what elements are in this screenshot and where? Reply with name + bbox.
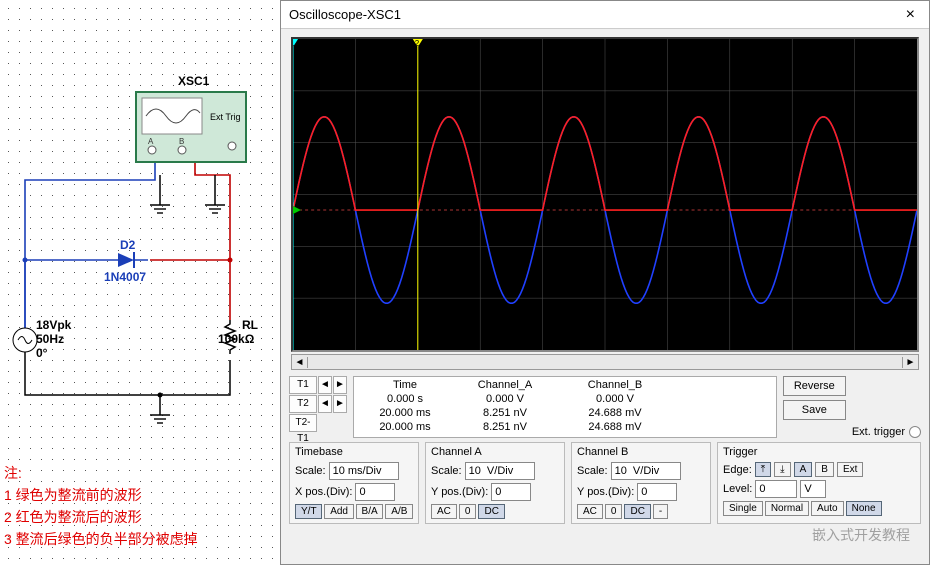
ext-trigger-label: Ext. trigger — [852, 426, 905, 438]
scope-port-a-label: A — [148, 137, 154, 146]
chb-ypos-label: Y pos.(Div): — [577, 486, 634, 498]
trig-src-a-button[interactable]: A — [794, 462, 813, 477]
timebase-group: Timebase Scale: X pos.(Div): Y/T Add B/A… — [289, 442, 419, 524]
trigger-group: Trigger Edge: ⤒ ⤓ A B Ext Level: Single … — [717, 442, 921, 524]
trig-title: Trigger — [723, 446, 915, 458]
scope-screen[interactable]: 12 — [291, 37, 919, 352]
horizontal-scrollbar[interactable]: ◄ ► — [291, 354, 919, 370]
close-icon[interactable]: × — [900, 6, 921, 24]
scope-port-b-label: B — [179, 137, 184, 146]
cha-ypos-input[interactable] — [491, 483, 531, 501]
svg-text:2: 2 — [415, 39, 420, 48]
note-1: 1 绿色为整流前的波形 — [4, 484, 142, 506]
scope-ext-label: Ext Trig — [210, 112, 241, 122]
cha-title: Channel A — [431, 446, 559, 458]
cursor-t1-label[interactable]: T1 — [289, 376, 317, 394]
trig-level-input[interactable] — [755, 480, 797, 498]
tb-scale-label: Scale: — [295, 465, 326, 477]
cha-scale-input[interactable] — [465, 462, 535, 480]
trig-single-button[interactable]: Single — [723, 501, 763, 516]
cha-0-button[interactable]: 0 — [459, 504, 477, 519]
diode-part: 1N4007 — [104, 270, 146, 284]
cha-ypos-label: Y pos.(Div): — [431, 486, 488, 498]
trig-level-unit[interactable] — [800, 480, 826, 498]
diff-time: 20.000 ms — [360, 421, 450, 435]
t2-chb: 24.688 mV — [560, 407, 670, 421]
t2-right-icon[interactable]: ► — [333, 395, 347, 413]
trig-none-button[interactable]: None — [846, 501, 882, 516]
cha-ac-button[interactable]: AC — [431, 504, 457, 519]
t2-time: 20.000 ms — [360, 407, 450, 421]
cursor-nudge-buttons: T1 ◄ ► T2 ◄ ► T2-T1 — [289, 376, 347, 438]
chb-dc-button[interactable]: DC — [624, 504, 650, 519]
tb-ba-button[interactable]: B/A — [356, 504, 384, 519]
channel-b-group: Channel B Scale: Y pos.(Div): AC 0 DC - — [571, 442, 711, 524]
tb-xpos-label: X pos.(Div): — [295, 486, 352, 498]
trig-level-label: Level: — [723, 483, 752, 495]
src-voltage: 18Vpk — [36, 318, 71, 332]
cursor-t2-label[interactable]: T2 — [289, 395, 317, 413]
ext-trigger-indicator — [909, 426, 921, 438]
diff-cha: 8.251 nV — [450, 421, 560, 435]
t1-chb: 0.000 V — [560, 393, 670, 407]
chb-scale-input[interactable] — [611, 462, 681, 480]
tb-yt-button[interactable]: Y/T — [295, 504, 322, 519]
window-title: Oscilloscope-XSC1 — [289, 7, 401, 22]
trig-edge-label: Edge: — [723, 464, 752, 476]
trig-auto-button[interactable]: Auto — [811, 501, 844, 516]
scroll-right-icon[interactable]: ► — [902, 357, 918, 368]
diff-chb: 24.688 mV — [560, 421, 670, 435]
watermark: 嵌入式开发教程 — [812, 525, 910, 545]
note-2: 2 红色为整流后的波形 — [4, 506, 142, 528]
channel-a-group: Channel A Scale: Y pos.(Div): AC 0 DC — [425, 442, 565, 524]
timebase-title: Timebase — [295, 446, 413, 458]
chb-minus-button[interactable]: - — [653, 504, 668, 519]
t2-cha: 8.251 nV — [450, 407, 560, 421]
chb-0-button[interactable]: 0 — [605, 504, 623, 519]
t2-left-icon[interactable]: ◄ — [318, 395, 332, 413]
titlebar[interactable]: Oscilloscope-XSC1 × — [281, 1, 929, 29]
hdr-chb: Channel_B — [560, 379, 670, 393]
trig-normal-button[interactable]: Normal — [765, 501, 809, 516]
schematic-canvas: A B XSC1 Ext Trig D2 1N4007 18Vpk 50Hz 0… — [0, 0, 280, 565]
chb-title: Channel B — [577, 446, 705, 458]
scope-plot: 12 — [293, 39, 917, 350]
note-3: 3 整流后绿色的负半部分被虑掉 — [4, 528, 198, 550]
chb-scale-label: Scale: — [577, 465, 608, 477]
scroll-left-icon[interactable]: ◄ — [292, 357, 308, 368]
save-button[interactable]: Save — [783, 400, 846, 420]
note-title: 注: — [4, 462, 22, 484]
t1-left-icon[interactable]: ◄ — [318, 376, 332, 394]
tb-add-button[interactable]: Add — [324, 504, 353, 519]
schematic-svg: A B — [0, 0, 280, 460]
t1-cha: 0.000 V — [450, 393, 560, 407]
chb-ac-button[interactable]: AC — [577, 504, 603, 519]
cha-dc-button[interactable]: DC — [478, 504, 504, 519]
trig-edge-fall-icon[interactable]: ⤓ — [774, 462, 790, 477]
cha-scale-label: Scale: — [431, 465, 462, 477]
rl-val: 100kΩ — [218, 332, 254, 346]
cursor-readout-table: Time Channel_A Channel_B 0.000 s 0.000 V… — [353, 376, 777, 438]
tb-ab-button[interactable]: A/B — [385, 504, 413, 519]
chb-ypos-input[interactable] — [637, 483, 677, 501]
t1-right-icon[interactable]: ► — [333, 376, 347, 394]
hdr-time: Time — [360, 379, 450, 393]
trig-edge-rise-icon[interactable]: ⤒ — [755, 462, 771, 477]
rl-ref: RL — [242, 318, 258, 332]
t1-time: 0.000 s — [360, 393, 450, 407]
trig-src-ext-button[interactable]: Ext — [837, 462, 863, 477]
scope-ref: XSC1 — [178, 74, 209, 88]
trig-src-b-button[interactable]: B — [815, 462, 834, 477]
reverse-button[interactable]: Reverse — [783, 376, 846, 396]
tb-xpos-input[interactable] — [355, 483, 395, 501]
cursor-diff-label: T2-T1 — [289, 414, 317, 432]
oscilloscope-window: Oscilloscope-XSC1 × 12 ◄ ► T1 ◄ ► T2 ◄ ►… — [280, 0, 930, 565]
src-phase: 0° — [36, 346, 47, 360]
diode-ref: D2 — [120, 238, 135, 252]
hdr-cha: Channel_A — [450, 379, 560, 393]
src-freq: 50Hz — [36, 332, 64, 346]
tb-scale-input[interactable] — [329, 462, 399, 480]
